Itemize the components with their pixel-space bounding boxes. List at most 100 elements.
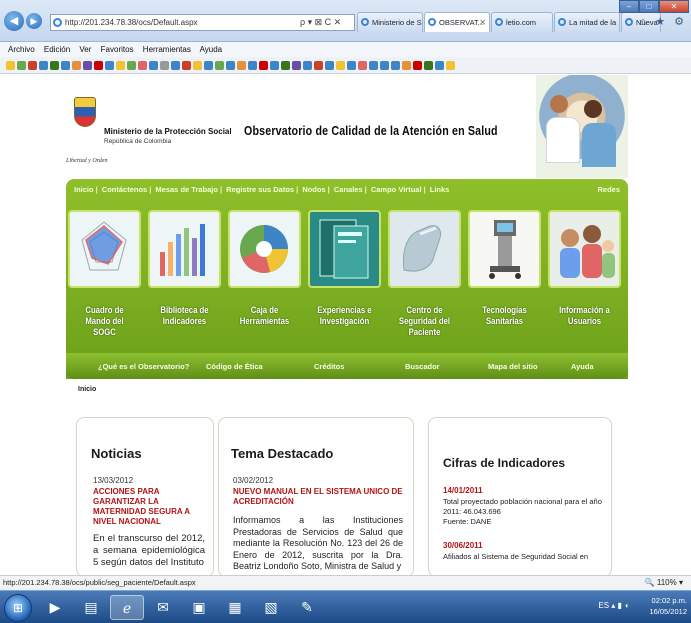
menu-favoritos[interactable]: Favoritos — [101, 45, 134, 54]
favorite-link-icon[interactable] — [28, 60, 37, 70]
favorite-link-icon[interactable] — [237, 60, 246, 70]
nav-redes[interactable]: Redes — [597, 185, 620, 194]
favorite-link-icon[interactable] — [171, 60, 180, 70]
nav-nodos[interactable]: Nodos — [302, 185, 325, 194]
close-tab-icon[interactable]: ✕ — [479, 13, 486, 32]
favorites-star-icon[interactable] — [6, 60, 15, 70]
close-window-button[interactable]: ✕ — [659, 0, 689, 13]
favorite-link-icon[interactable] — [248, 60, 257, 70]
menu-edicion[interactable]: Edición — [44, 45, 70, 54]
favorite-link-icon[interactable] — [138, 60, 147, 70]
tile-centro-seguridad-paciente[interactable]: Centro de Seguridad del Paciente — [388, 210, 461, 345]
favorite-link-icon[interactable] — [215, 60, 224, 70]
home-favorites-settings-icons[interactable]: ⌂ ★ ⚙ — [640, 15, 687, 28]
breadcrumb[interactable]: Inicio — [78, 386, 96, 393]
nav-canales[interactable]: Canales — [334, 185, 363, 194]
nav-creditos[interactable]: Créditos — [314, 362, 344, 371]
favorite-link-icon[interactable] — [72, 60, 81, 70]
excel-icon[interactable]: ▦ — [218, 595, 252, 620]
favorite-link-icon[interactable] — [292, 60, 301, 70]
favorite-link-icon[interactable] — [182, 60, 191, 70]
menu-ver[interactable]: Ver — [79, 45, 91, 54]
tile-caja-de-herramientas[interactable]: Caja de Herramientas — [228, 210, 301, 345]
nav-links[interactable]: Links — [430, 185, 450, 194]
nav-mapa-sitio[interactable]: Mapa del sitio — [488, 362, 538, 371]
favorite-link-icon[interactable] — [61, 60, 70, 70]
minimize-button[interactable]: – — [619, 0, 639, 13]
nav-que-es-observatorio[interactable]: ¿Qué es el Observatorio? — [98, 362, 189, 371]
favorite-link-icon[interactable] — [358, 60, 367, 70]
media-player-icon[interactable]: ▶ — [38, 595, 72, 620]
network-icon[interactable]: ▮ — [618, 601, 622, 610]
favorite-link-icon[interactable] — [424, 60, 433, 70]
favorite-link-icon[interactable] — [281, 60, 290, 70]
nav-ayuda[interactable]: Ayuda — [571, 362, 594, 371]
nav-codigo-etica[interactable]: Código de Ética — [206, 362, 263, 371]
favorite-link-icon[interactable] — [160, 60, 169, 70]
word-icon[interactable]: ▧ — [254, 595, 288, 620]
tile-cuadro-de-mando[interactable]: Cuadro de Mando del SOGC — [68, 210, 141, 345]
favorite-link-icon[interactable] — [347, 60, 356, 70]
maximize-button[interactable]: □ — [639, 0, 659, 13]
volume-icon[interactable]: ◖ — [624, 601, 629, 610]
address-controls[interactable]: ρ ▾ ⊠ C ✕ — [300, 14, 341, 31]
tile-informacion-usuarios[interactable]: Información a Usuarios — [548, 210, 621, 345]
favorite-link-icon[interactable] — [204, 60, 213, 70]
start-button[interactable]: ⊞ — [4, 594, 32, 622]
tile-biblioteca-indicadores[interactable]: Biblioteca de Indicadores — [148, 210, 221, 345]
powerpoint-icon[interactable]: ▣ — [182, 595, 216, 620]
favorite-link-icon[interactable] — [259, 60, 268, 70]
favorite-link-icon[interactable] — [446, 60, 455, 70]
favorite-link-icon[interactable] — [270, 60, 279, 70]
favorite-link-icon[interactable] — [94, 60, 103, 70]
favorite-link-icon[interactable] — [193, 60, 202, 70]
tile-tecnologias-sanitarias[interactable]: Tecnologías Sanitarias — [468, 210, 541, 345]
favorite-link-icon[interactable] — [50, 60, 59, 70]
nav-inicio[interactable]: Inicio — [74, 185, 94, 194]
favorite-link-icon[interactable] — [336, 60, 345, 70]
favorite-link-icon[interactable] — [39, 60, 48, 70]
clock[interactable]: 02:02 p.m. 16/05/2012 — [649, 595, 687, 617]
favorite-link-icon[interactable] — [17, 60, 26, 70]
nav-mesas-de-trabajo[interactable]: Mesas de Trabajo — [155, 185, 218, 194]
nav-contactenos[interactable]: Contáctenos — [102, 185, 147, 194]
system-tray[interactable]: ES ▴ ▮ ◖ — [598, 601, 629, 610]
tile-experiencias-investigacion[interactable]: Experiencias e Investigación — [308, 210, 381, 345]
internet-explorer-icon[interactable]: ℯ — [110, 595, 144, 620]
paint-icon[interactable]: ✎ — [290, 595, 324, 620]
favorite-link-icon[interactable] — [303, 60, 312, 70]
indicator-date[interactable]: 14/01/2011 — [443, 486, 483, 496]
tab-la-mitad[interactable]: La mitad de la ... — [554, 12, 620, 32]
favorite-link-icon[interactable] — [226, 60, 235, 70]
tab-observatorio[interactable]: OBSERVAT... ✕ — [424, 12, 490, 32]
file-explorer-icon[interactable]: ▤ — [74, 595, 108, 620]
featured-headline[interactable]: NUEVO MANUAL EN EL SISTEMA UNICO DE ACRE… — [233, 487, 403, 507]
favorite-link-icon[interactable] — [314, 60, 323, 70]
news-headline[interactable]: ACCIONES PARA GARANTIZAR LA MATERNIDAD S… — [93, 487, 205, 527]
menu-ayuda[interactable]: Ayuda — [200, 45, 223, 54]
nav-buscador[interactable]: Buscador — [405, 362, 440, 371]
forward-button[interactable]: ▶ — [26, 13, 42, 29]
menu-herramientas[interactable]: Herramientas — [143, 45, 191, 54]
favorite-link-icon[interactable] — [369, 60, 378, 70]
language-indicator[interactable]: ES — [598, 601, 609, 610]
menu-archivo[interactable]: Archivo — [8, 45, 35, 54]
back-button[interactable]: ◀ — [4, 11, 24, 31]
tab-ministerio[interactable]: Ministerio de S... — [357, 12, 423, 32]
tray-arrow-icon[interactable]: ▴ — [611, 601, 615, 610]
favorite-link-icon[interactable] — [402, 60, 411, 70]
favorite-link-icon[interactable] — [413, 60, 422, 70]
indicator-date[interactable]: 30/06/2011 — [443, 541, 483, 551]
favorite-link-icon[interactable] — [435, 60, 444, 70]
favorite-link-icon[interactable] — [83, 60, 92, 70]
nav-campo-virtual[interactable]: Campo Virtual — [371, 185, 422, 194]
favorite-link-icon[interactable] — [105, 60, 114, 70]
tab-letio[interactable]: letio.com — [491, 12, 553, 32]
zoom-level[interactable]: 🔍 110% ▾ — [645, 576, 683, 590]
favorite-link-icon[interactable] — [391, 60, 400, 70]
outlook-icon[interactable]: ✉ — [146, 595, 180, 620]
favorite-link-icon[interactable] — [127, 60, 136, 70]
favorite-link-icon[interactable] — [116, 60, 125, 70]
favorite-link-icon[interactable] — [325, 60, 334, 70]
favorite-link-icon[interactable] — [149, 60, 158, 70]
